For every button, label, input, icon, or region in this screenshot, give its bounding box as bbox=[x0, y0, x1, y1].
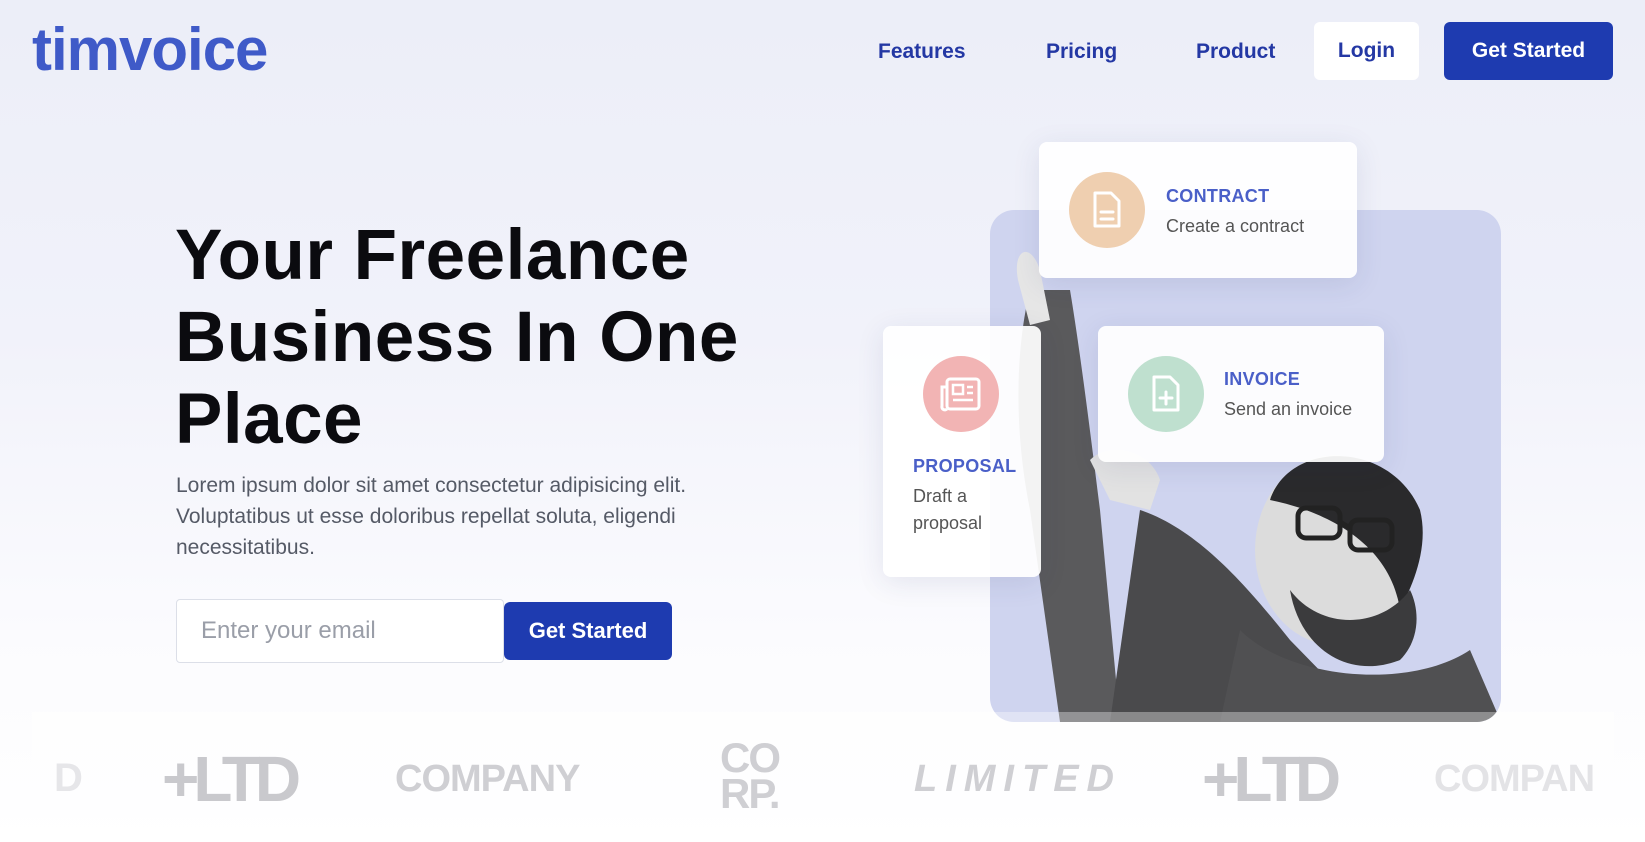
nav-get-started-button[interactable]: Get Started bbox=[1444, 22, 1613, 80]
nav-pricing[interactable]: Pricing bbox=[1046, 36, 1117, 68]
client-logo-strip: D +LTD COMPANY CO RP. LIMITED +LTD COMPA… bbox=[32, 712, 1614, 842]
hero-subtitle: Lorem ipsum dolor sit amet consectetur a… bbox=[176, 474, 687, 559]
proposal-icon-circle bbox=[923, 356, 999, 432]
person-illustration bbox=[1016, 251, 1501, 722]
hero-title: Your Freelance Business In One Place bbox=[175, 216, 739, 459]
document-icon bbox=[1093, 191, 1121, 228]
invoice-text: Send an invoice bbox=[1224, 399, 1353, 419]
hero-get-started-button[interactable]: Get Started bbox=[504, 602, 672, 660]
login-button[interactable]: Login bbox=[1314, 22, 1419, 80]
brand-logo-ltd: +LTD bbox=[162, 743, 301, 815]
contract-text: Create a contract bbox=[1166, 216, 1305, 236]
email-input[interactable] bbox=[176, 599, 504, 663]
proposal-card[interactable]: PROPOSAL Draft a proposal bbox=[883, 326, 1041, 577]
hero-photo-frame bbox=[990, 210, 1501, 722]
proposal-title: PROPOSAL bbox=[913, 456, 1017, 476]
brand-logo-ltd-2: +LTD bbox=[1202, 743, 1341, 815]
newspaper-icon bbox=[940, 377, 981, 412]
invoice-title: INVOICE bbox=[1224, 369, 1301, 389]
brand-logo-company-fragment: COMPAN bbox=[1434, 758, 1595, 800]
brand-logo[interactable]: timvoice bbox=[32, 14, 268, 86]
document-plus-icon bbox=[1152, 375, 1180, 412]
proposal-text: Draft a proposal bbox=[913, 486, 983, 533]
contract-title: CONTRACT bbox=[1166, 186, 1270, 206]
nav-features[interactable]: Features bbox=[878, 36, 966, 68]
invoice-icon-circle bbox=[1128, 356, 1204, 432]
invoice-card[interactable]: INVOICE Send an invoice bbox=[1098, 326, 1384, 462]
brand-logo-fragment: D bbox=[54, 756, 83, 800]
brand-logo-company: COMPANY bbox=[395, 758, 580, 800]
contract-card[interactable]: CONTRACT Create a contract bbox=[1039, 142, 1357, 278]
nav-product[interactable]: Product bbox=[1196, 36, 1275, 68]
brand-logo-limited: LIMITED bbox=[914, 758, 1122, 800]
contract-icon-circle bbox=[1069, 172, 1145, 248]
brand-logo-corp: CO RP. bbox=[720, 734, 781, 817]
